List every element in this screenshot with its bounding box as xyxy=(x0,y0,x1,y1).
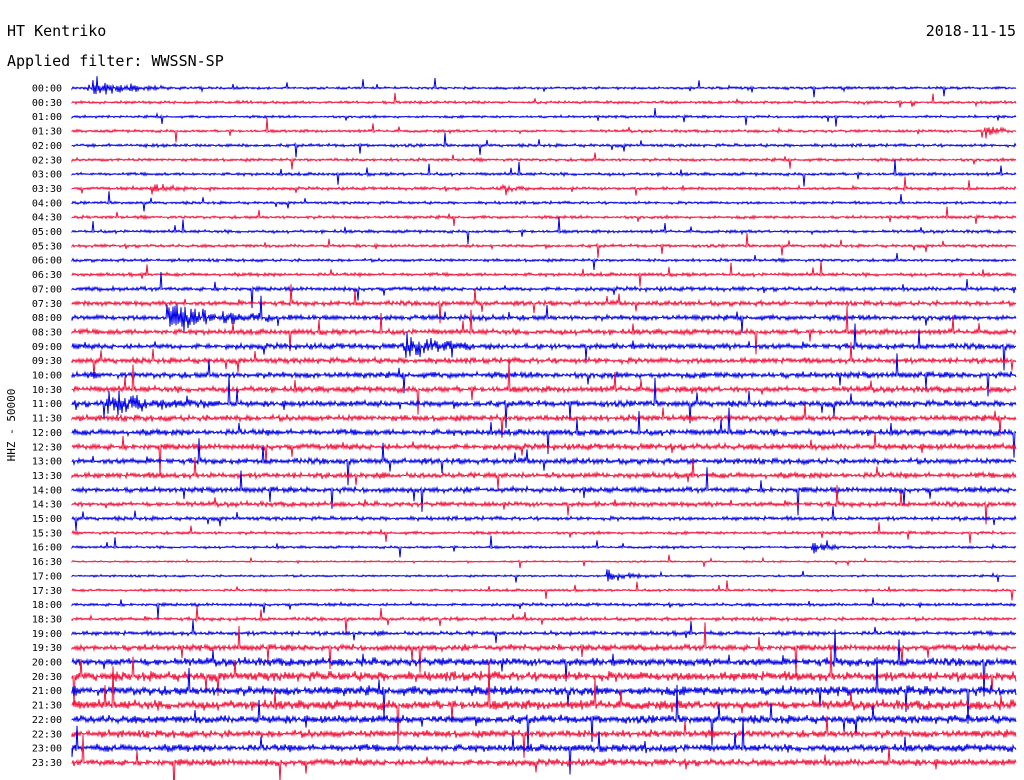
time-tick-label: 17:00 xyxy=(32,571,62,582)
time-tick-label: 11:00 xyxy=(32,399,62,410)
time-tick-label: 11:30 xyxy=(32,414,62,425)
time-tick-label: 22:00 xyxy=(32,715,62,726)
time-tick-label: 02:00 xyxy=(32,141,62,152)
time-tick-label: 10:00 xyxy=(32,371,62,382)
time-tick-label: 21:00 xyxy=(32,686,62,697)
time-tick-label: 09:30 xyxy=(32,356,62,367)
time-tick-label: 15:30 xyxy=(32,528,62,539)
time-tick-label: 19:00 xyxy=(32,629,62,640)
time-tick-label: 16:00 xyxy=(32,543,62,554)
time-tick-label: 08:30 xyxy=(32,327,62,338)
time-tick-label: 08:00 xyxy=(32,313,62,324)
time-tick-label: 18:00 xyxy=(32,600,62,611)
time-tick-label: 14:30 xyxy=(32,500,62,511)
time-tick-label: 05:00 xyxy=(32,227,62,238)
time-tick-label: 05:30 xyxy=(32,241,62,252)
time-tick-label: 12:30 xyxy=(32,442,62,453)
time-tick-label: 03:00 xyxy=(32,170,62,181)
time-tick-label: 23:30 xyxy=(32,758,62,769)
time-tick-label: 00:30 xyxy=(32,98,62,109)
time-tick-label: 22:30 xyxy=(32,729,62,740)
time-tick-label: 12:00 xyxy=(32,428,62,439)
time-tick-label: 07:30 xyxy=(32,299,62,310)
date-label: 2018-11-15 xyxy=(926,22,1016,40)
time-tick-label: 16:30 xyxy=(32,557,62,568)
time-tick-label: 06:00 xyxy=(32,256,62,267)
time-tick-label: 17:30 xyxy=(32,586,62,597)
time-tick-label: 13:00 xyxy=(32,457,62,468)
time-tick-label: 20:30 xyxy=(32,672,62,683)
time-tick-label: 01:30 xyxy=(32,127,62,138)
time-tick-label: 04:30 xyxy=(32,213,62,224)
time-tick-label: 04:00 xyxy=(32,198,62,209)
time-tick-label: 09:00 xyxy=(32,342,62,353)
time-tick-label: 02:30 xyxy=(32,155,62,166)
time-tick-label: 01:00 xyxy=(32,112,62,123)
seismogram: 00:00 00:30 01:00 01:30 02:00 02:30 03:00 03:30… xyxy=(0,0,1024,780)
time-tick-label: 23:00 xyxy=(32,744,62,755)
time-tick-label: 06:30 xyxy=(32,270,62,281)
filter-subtitle: Applied filter: WWSSN-SP xyxy=(7,52,224,70)
time-tick-label: 03:30 xyxy=(32,184,62,195)
time-tick-label: 20:00 xyxy=(32,658,62,669)
time-tick-label: 07:00 xyxy=(32,284,62,295)
time-tick-label: 21:30 xyxy=(32,701,62,712)
time-tick-label: 18:30 xyxy=(32,614,62,625)
time-tick-label: 13:30 xyxy=(32,471,62,482)
time-tick-label: 10:30 xyxy=(32,385,62,396)
station-title: HT Kentriko xyxy=(7,22,106,40)
channel-label: HHZ - 50000 xyxy=(5,389,18,462)
time-tick-label: 00:00 xyxy=(32,84,62,95)
time-tick-label: 15:00 xyxy=(32,514,62,525)
time-tick-label: 14:00 xyxy=(32,485,62,496)
time-tick-label: 19:30 xyxy=(32,643,62,654)
